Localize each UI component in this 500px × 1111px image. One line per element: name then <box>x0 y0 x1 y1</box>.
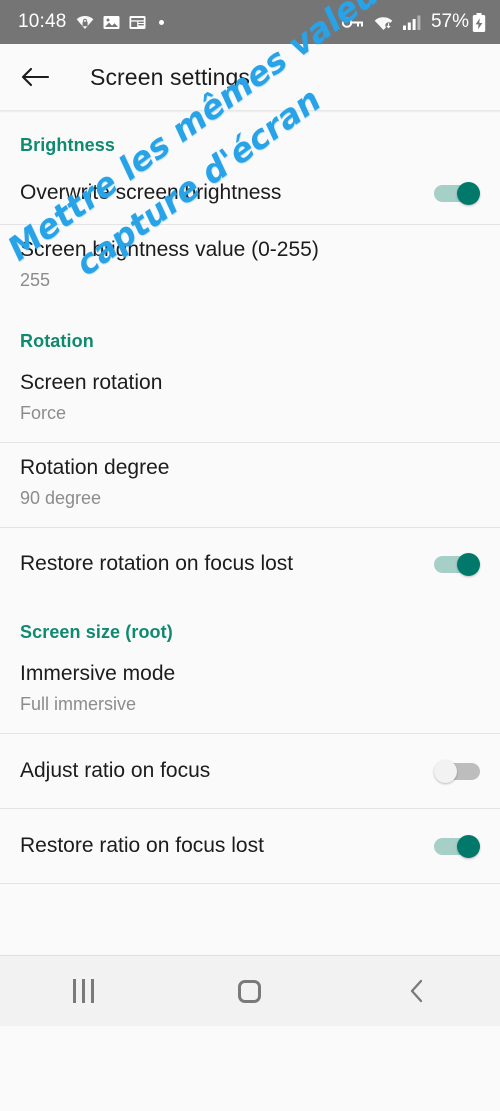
row-title: Overwrite screen brightness <box>20 181 282 204</box>
section-header-rotation: Rotation <box>20 331 94 351</box>
home-icon <box>238 979 262 1003</box>
news-card-icon <box>129 15 146 30</box>
row-texts: Overwrite screen brightness <box>20 178 281 208</box>
settings-list: Brightness Overwrite screen brightness S… <box>0 113 500 884</box>
status-bar: 10:48 57% <box>0 0 500 44</box>
back-arrow-icon[interactable] <box>18 60 52 94</box>
row-rotation-degree[interactable]: Rotation degree 90 degree <box>0 443 500 527</box>
dot-indicator <box>158 19 164 25</box>
home-button[interactable] <box>205 956 295 1027</box>
row-restore-ratio-on-focus-lost[interactable]: Restore ratio on focus lost <box>0 809 500 883</box>
row-texts: Restore ratio on focus lost <box>20 831 264 861</box>
signal-bars-icon <box>402 15 421 30</box>
switch-thumb <box>434 760 457 783</box>
switch-overwrite-screen-brightness[interactable] <box>434 182 480 205</box>
wifi-secure-icon <box>76 14 94 30</box>
switch-adjust-ratio-on-focus[interactable] <box>434 760 480 783</box>
row-subtitle: Force <box>20 403 67 423</box>
row-title: Restore rotation on focus lost <box>20 552 294 575</box>
row-title: Adjust ratio on focus <box>20 759 211 782</box>
image-icon <box>103 15 120 30</box>
phone-screen: 10:48 57% Screen settings Brightness Ove… <box>0 0 500 1111</box>
recents-button[interactable] <box>38 956 128 1027</box>
row-restore-rotation-on-focus-lost[interactable]: Restore rotation on focus lost <box>0 528 500 600</box>
back-icon <box>410 979 422 1003</box>
row-texts: Screen rotation Force <box>20 368 162 426</box>
switch-thumb <box>457 553 480 576</box>
status-bar-right: 57% <box>332 11 486 33</box>
row-overwrite-screen-brightness[interactable]: Overwrite screen brightness <box>0 162 500 224</box>
list-empty-space <box>0 884 500 955</box>
vpn-key-icon <box>341 16 364 29</box>
battery-charging-icon <box>472 12 486 32</box>
page-title: Screen settings <box>90 63 251 90</box>
row-screen-rotation[interactable]: Screen rotation Force <box>0 358 500 442</box>
row-immersive-mode[interactable]: Immersive mode Full immersive <box>0 649 500 733</box>
row-texts: Immersive mode Full immersive <box>20 659 175 717</box>
section-header-brightness: Brightness <box>20 135 116 155</box>
row-texts: Screen brightness value (0-255) 255 <box>20 235 319 293</box>
recents-icon <box>72 979 94 1003</box>
row-texts: Adjust ratio on focus <box>20 756 210 786</box>
switch-thumb <box>457 835 480 858</box>
row-subtitle: 90 degree <box>20 488 102 508</box>
switch-restore-ratio-on-focus-lost[interactable] <box>434 835 480 858</box>
row-title: Screen rotation <box>20 371 163 394</box>
switch-restore-rotation-on-focus-lost[interactable] <box>434 553 480 576</box>
section-header-screen-size: Screen size (root) <box>20 622 173 642</box>
battery-percent-label: 57% <box>430 11 469 32</box>
row-subtitle: Full immersive <box>20 694 137 714</box>
row-title: Screen brightness value (0-255) <box>20 238 319 261</box>
row-screen-brightness-value[interactable]: Screen brightness value (0-255) 255 <box>0 225 500 309</box>
status-bar-clock: 10:48 <box>18 11 67 32</box>
status-bar-left: 10:48 <box>18 11 164 33</box>
system-navigation-bar <box>0 955 500 1026</box>
row-texts: Restore rotation on focus lost <box>20 549 293 579</box>
app-bar: Screen settings <box>0 44 500 110</box>
switch-thumb <box>457 182 480 205</box>
row-title: Rotation degree <box>20 456 170 479</box>
row-title: Restore ratio on focus lost <box>20 834 264 857</box>
wifi-icon <box>374 15 393 30</box>
row-adjust-ratio-on-focus[interactable]: Adjust ratio on focus <box>0 734 500 808</box>
back-button[interactable] <box>372 956 462 1027</box>
row-texts: Rotation degree 90 degree <box>20 453 169 511</box>
row-subtitle: 255 <box>20 270 51 290</box>
row-title: Immersive mode <box>20 662 176 685</box>
